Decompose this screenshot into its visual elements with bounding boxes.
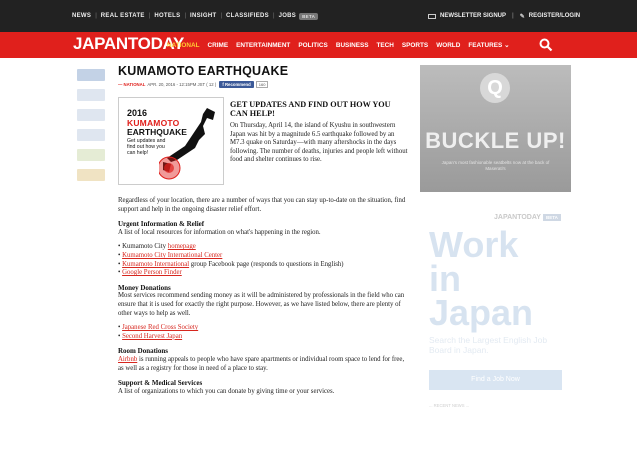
promo-sub: Get updates and find out how you can hel…	[127, 138, 166, 156]
share-button-twitter[interactable]	[77, 89, 105, 101]
share-button-line[interactable]	[77, 149, 105, 161]
nav-entertainment[interactable]: ENTERTAINMENT	[236, 42, 290, 49]
article-category[interactable]: — NATIONAL	[118, 82, 145, 87]
share-button-linkedin[interactable]	[77, 129, 105, 141]
list-item: Japanese Red Cross Society	[118, 324, 408, 333]
topbar-hotels[interactable]: HOTELS	[154, 13, 180, 19]
red-cross-link[interactable]: Japanese Red Cross Society	[122, 324, 198, 331]
article-rest: Regardless of your location, there are a…	[118, 197, 408, 396]
article-title: KUMAMOTO EARTHQUAKE	[118, 64, 289, 78]
ad-logo-icon: Q	[480, 73, 510, 103]
topbar-real-estate[interactable]: REAL ESTATE	[101, 13, 145, 19]
share-sidebar	[77, 69, 105, 189]
urgent-links-list: Kumamoto City homepage Kumamoto City Int…	[118, 243, 408, 277]
right-sidebar: Q BUCKLE UP! Japan's most fashionable se…	[420, 65, 571, 435]
ad2-news-text: ... RECENT NEWS ...	[429, 403, 470, 408]
recommend-count: 160	[255, 81, 269, 88]
nav-crime[interactable]: CRIME	[208, 42, 229, 49]
list-item: Kumamoto City International Center	[118, 252, 408, 261]
ad2-beta-badge: BETA	[542, 214, 561, 221]
facebook-recommend-button[interactable]: f Recommend	[219, 81, 254, 88]
kumamoto-international-link[interactable]: Kumamoto International	[122, 261, 189, 268]
person-finder-link[interactable]: Google Person Finder	[122, 269, 182, 276]
earthquake-promo-image: 2016 KUMAMOTO EARTHQUAKE Get updates and…	[118, 97, 224, 185]
section-nav: NATIONAL CRIME ENTERTAINMENT POLITICS BU…	[167, 32, 517, 58]
kumamoto-homepage-link[interactable]: homepage	[168, 243, 196, 250]
list-item: Second Harvest Japan	[118, 333, 408, 342]
international-center-link[interactable]: Kumamoto City International Center	[122, 252, 222, 259]
ad2-brand: JAPANTODAY BETA	[494, 214, 561, 221]
topbar-news[interactable]: NEWS	[72, 13, 91, 19]
ad2-headline: Work in Japan	[429, 224, 534, 333]
jobs-beta-badge: BETA	[299, 12, 319, 20]
section-support-text: A list of organizations to which you can…	[118, 387, 335, 395]
paragraph-location: Regardless of your location, there are a…	[118, 197, 406, 213]
second-harvest-link[interactable]: Second Harvest Japan	[122, 333, 182, 340]
share-button-email[interactable]	[77, 169, 105, 181]
money-links-list: Japanese Red Cross Society Second Harves…	[118, 324, 408, 341]
section-room-title: Room Donations	[118, 347, 168, 356]
share-button-google[interactable]	[77, 109, 105, 121]
intro-paragraph: On Thursday, April 14, the island of Kyu…	[230, 122, 408, 164]
nav-business[interactable]: BUSINESS	[336, 42, 369, 49]
article-heading: GET UPDATES AND FIND OUT HOW YOU CAN HEL…	[230, 100, 391, 118]
article: KUMAMOTO EARTHQUAKE — NATIONAL APR. 20, …	[118, 64, 408, 395]
nav-politics[interactable]: POLITICS	[298, 42, 327, 49]
ad1-title: BUCKLE UP!	[425, 128, 566, 153]
nav-tech[interactable]: TECH	[377, 42, 394, 49]
article-intro: GET UPDATES AND FIND OUT HOW YOU CAN HEL…	[230, 100, 408, 165]
promo-line2: EARTHQUAKE	[127, 127, 187, 137]
section-room-text: Airbnb is running appeals to people who …	[118, 355, 405, 372]
topbar-jobs[interactable]: JOBS BETA	[279, 12, 319, 20]
promo-year: 2016	[127, 108, 148, 118]
main-navbar: JAPANTODAY NATIONAL CRIME ENTERTAINMENT …	[0, 32, 637, 58]
airbnb-link[interactable]: Airbnb	[118, 356, 137, 363]
article-meta: — NATIONAL APR. 20, 2016 - 12:15PM JST (…	[118, 80, 408, 89]
register-login-link[interactable]: REGISTER/LOGIN	[529, 13, 580, 19]
section-money-text: Most services recommend sending money as…	[118, 292, 405, 317]
section-urgent-text: A list of local resources for informatio…	[118, 228, 321, 236]
topbar-classifieds[interactable]: CLASSIFIEDS	[226, 13, 269, 19]
article-date: APR. 20, 2016 - 12:15PM JST ( 12 )	[147, 82, 217, 87]
nav-world[interactable]: WORLD	[436, 42, 460, 49]
list-item: Kumamoto International group Facebook pa…	[118, 261, 408, 270]
nav-sports[interactable]: SPORTS	[402, 42, 428, 49]
work-in-japan-ad: JAPANTODAY BETA Work in Japan Search the …	[420, 210, 571, 435]
section-urgent-title: Urgent Information & Relief	[118, 220, 205, 229]
search-icon[interactable]	[539, 38, 553, 52]
section-money-title: Money Donations	[118, 283, 171, 292]
top-utility-bar: NEWS | REAL ESTATE | HOTELS | INSIGHT | CLAS…	[0, 0, 637, 32]
section-support-title: Support & Medical Services	[118, 379, 203, 388]
find-job-button[interactable]: Find a Job Now	[429, 370, 562, 390]
pencil-icon: ✎	[519, 13, 525, 20]
nav-features[interactable]: FEATURES ⌄	[468, 41, 509, 49]
mail-icon	[428, 13, 436, 19]
list-item: Google Person Finder	[118, 269, 408, 278]
share-button-facebook[interactable]	[77, 69, 105, 81]
topbar-insight[interactable]: INSIGHT	[190, 13, 216, 19]
ad2-subtext: Search the Largest English Job Board in …	[429, 335, 548, 355]
list-item: Kumamoto City homepage	[118, 243, 408, 252]
nav-national[interactable]: NATIONAL	[167, 42, 200, 49]
ad1-text: Japan's most fashionable seatbelts now a…	[441, 160, 550, 171]
buckle-up-ad[interactable]: Q BUCKLE UP! Japan's most fashionable se…	[420, 65, 571, 192]
newsletter-signup-link[interactable]: NEWSLETTER SIGNUP	[440, 13, 506, 19]
